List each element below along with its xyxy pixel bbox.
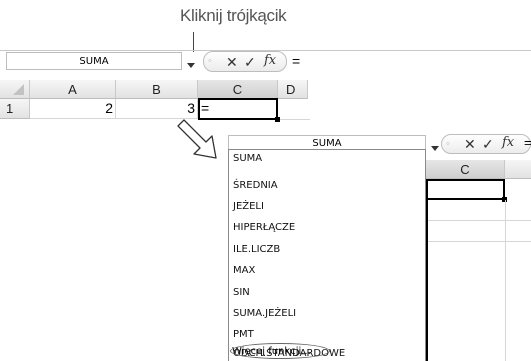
hollow-arrow-icon <box>176 118 228 169</box>
cell-c1-active[interactable]: = <box>198 98 278 120</box>
list-item-sin[interactable]: SIN <box>233 287 250 299</box>
column-header-c[interactable]: C <box>198 80 278 99</box>
cell-c1-active[interactable] <box>426 179 505 200</box>
cross-icon[interactable]: ✕ <box>226 53 238 71</box>
list-shadow-edge <box>426 181 428 361</box>
column-header-d[interactable]: D <box>278 80 308 99</box>
gridline <box>426 241 531 242</box>
cell-a1[interactable]: 2 <box>30 99 116 119</box>
triangle-down-icon[interactable] <box>430 140 440 158</box>
gridline <box>280 119 310 120</box>
list-item-suma[interactable]: SUMA <box>233 153 262 165</box>
grip-icon: ◦ <box>446 138 450 150</box>
list-item-srednia[interactable]: ŚREDNIA <box>233 180 278 192</box>
cross-icon[interactable]: ✕ <box>464 135 476 153</box>
formula-input[interactable]: = <box>524 134 531 152</box>
list-item-max[interactable]: MAX <box>233 265 255 277</box>
gridline <box>505 200 506 361</box>
column-header-c[interactable]: C <box>426 160 505 179</box>
name-box[interactable]: SUMA <box>6 52 182 70</box>
list-item-pmt[interactable]: PMT <box>233 329 254 341</box>
list-item-ile-liczb[interactable]: ILE.LICZB <box>233 244 280 256</box>
gridline <box>426 220 531 221</box>
formula-buttons: ◦ ✕ ✓ fx <box>203 51 287 72</box>
list-item-jezeli[interactable]: JEŻELI <box>233 201 264 213</box>
select-all-corner[interactable] <box>0 80 30 99</box>
row-header-1[interactable]: 1 <box>0 99 30 119</box>
checkmark-icon[interactable]: ✓ <box>482 135 494 153</box>
callout-text: Kliknij trójkącik <box>180 6 287 25</box>
column-header-b[interactable]: B <box>116 80 198 99</box>
column-header-next[interactable] <box>505 160 531 179</box>
cell-b1[interactable]: 3 <box>116 99 198 119</box>
list-item-suma-jezeli[interactable]: SUMA.JEŻELI <box>233 308 296 320</box>
formula-buttons: ◦ ✕ ✓ fx <box>441 134 531 154</box>
fx-icon[interactable]: fx <box>264 52 276 70</box>
more-functions-item[interactable]: Więcej funkcji... <box>230 343 330 359</box>
checkmark-icon[interactable]: ✓ <box>244 53 256 71</box>
grip-icon: ◦ <box>208 55 212 67</box>
function-dropdown-list: SUMA ŚREDNIA JEŻELI HIPERŁĄCZE ILE.LICZB… <box>228 149 426 361</box>
column-header-a[interactable]: A <box>30 80 116 99</box>
formula-input[interactable]: = <box>292 52 300 70</box>
highlight-oval <box>230 343 330 359</box>
fx-icon[interactable]: fx <box>502 134 514 152</box>
callout-leader-line <box>193 32 194 52</box>
triangle-down-icon[interactable] <box>186 57 196 75</box>
list-item-hiperlacze[interactable]: HIPERŁĄCZE <box>233 222 295 234</box>
